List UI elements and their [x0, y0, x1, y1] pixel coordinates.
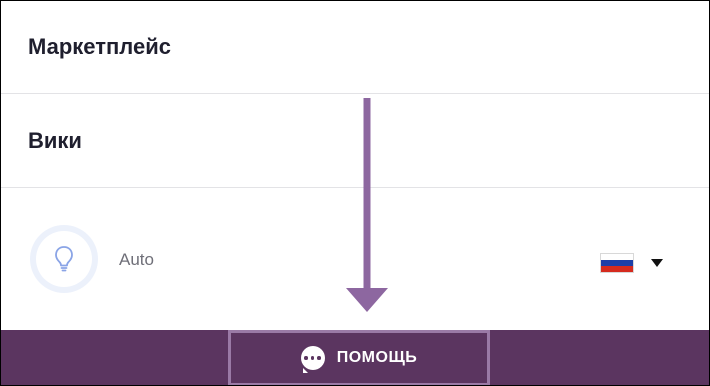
russia-flag-icon: [601, 254, 633, 272]
help-button[interactable]: ПОМОЩЬ: [228, 330, 490, 385]
dropdown-caret-icon: [651, 259, 663, 267]
theme-toggle-button[interactable]: [30, 225, 98, 293]
menu-item-label: Вики: [28, 128, 82, 153]
help-button-label: ПОМОЩЬ: [336, 349, 418, 366]
language-selector[interactable]: [601, 252, 669, 274]
page-frame: Маркетплейс Вики Auto ПОМОЩЬ: [0, 0, 710, 386]
menu-item-label: Маркетплейс: [28, 34, 171, 59]
settings-row: Auto: [1, 188, 709, 330]
lightbulb-icon: [55, 246, 73, 272]
menu-item-wiki[interactable]: Вики: [1, 94, 709, 188]
menu-item-marketplace[interactable]: Маркетплейс: [1, 1, 709, 94]
theme-mode-label: Auto: [119, 250, 154, 269]
chat-bubble-icon: [300, 346, 325, 373]
